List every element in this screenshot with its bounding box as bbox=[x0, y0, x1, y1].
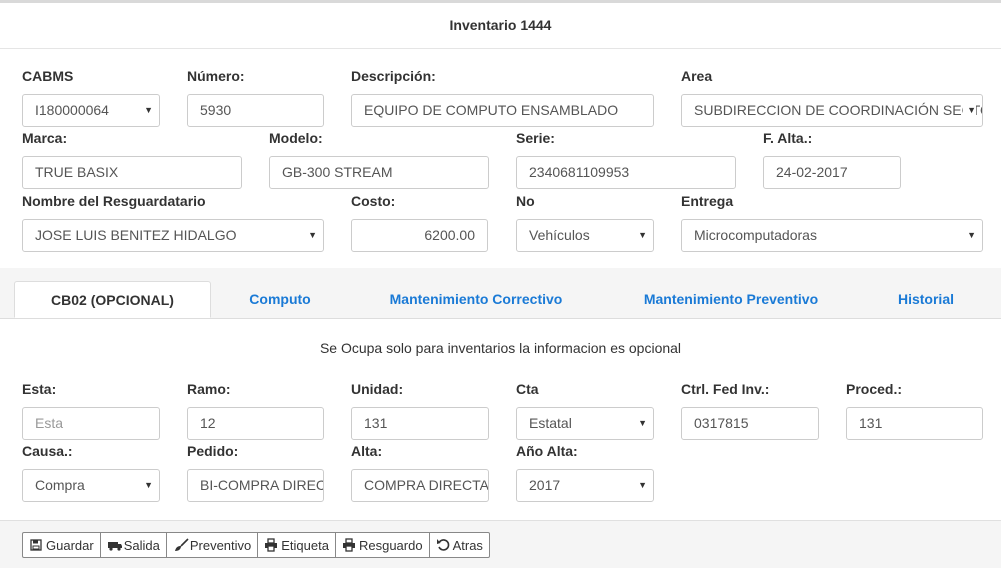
falta-label: F. Alta.: bbox=[763, 130, 813, 146]
numero-label: Número: bbox=[187, 68, 245, 84]
anio-alta-label: Año Alta: bbox=[516, 443, 578, 459]
truck-icon bbox=[107, 538, 122, 552]
salida-button[interactable]: Salida bbox=[99, 532, 167, 558]
no-label: No bbox=[516, 193, 535, 209]
falta-input[interactable]: 24-02-2017 bbox=[763, 156, 901, 189]
pedido-label: Pedido: bbox=[187, 443, 239, 459]
preventivo-button[interactable]: Preventivo bbox=[165, 532, 259, 558]
brush-icon bbox=[173, 538, 189, 552]
chevron-down-icon: ▼ bbox=[638, 480, 647, 490]
causa-label: Causa.: bbox=[22, 443, 73, 459]
ramo-label: Ramo: bbox=[187, 381, 231, 397]
tab-mantenimiento-preventivo[interactable]: Mantenimiento Preventivo bbox=[624, 281, 838, 318]
numero-input[interactable]: 5930 bbox=[187, 94, 324, 127]
tab-historial[interactable]: Historial bbox=[880, 281, 972, 318]
chevron-down-icon: ▼ bbox=[967, 230, 976, 240]
serie-label: Serie: bbox=[516, 130, 555, 146]
modal-title: Inventario 1444 bbox=[449, 17, 552, 33]
etiqueta-button[interactable]: Etiqueta bbox=[257, 532, 336, 558]
resguardatario-label: Nombre del Resguardatario bbox=[22, 193, 206, 209]
chevron-down-icon: ▼ bbox=[144, 105, 153, 115]
optional-info-note: Se Ocupa solo para inventarios la inform… bbox=[319, 340, 682, 356]
undo-icon bbox=[436, 538, 450, 552]
proced-input[interactable]: 131 bbox=[846, 407, 983, 440]
unidad-label: Unidad: bbox=[351, 381, 404, 397]
descripcion-input[interactable]: EQUIPO DE COMPUTO ENSAMBLADO bbox=[351, 94, 654, 127]
save-icon bbox=[29, 538, 43, 552]
ramo-input[interactable]: 12 bbox=[187, 407, 324, 440]
anio-alta-value: 2017 bbox=[529, 477, 561, 493]
cta-select[interactable]: Estatal ▼ bbox=[516, 407, 654, 440]
entrega-label: Entrega bbox=[681, 193, 734, 209]
preventivo-label: Preventivo bbox=[189, 537, 252, 553]
cabms-label: CABMS bbox=[22, 68, 74, 84]
esta-label: Esta: bbox=[22, 381, 57, 397]
cabms-select[interactable]: I180000064 ▼ bbox=[22, 94, 160, 127]
descripcion-label: Descripción: bbox=[351, 68, 436, 84]
esta-input[interactable]: Esta bbox=[22, 407, 160, 440]
marca-label: Marca: bbox=[22, 130, 68, 146]
no-select[interactable]: Vehículos ▼ bbox=[516, 219, 654, 252]
marca-input[interactable]: TRUE BASIX bbox=[22, 156, 242, 189]
tab-mantenimiento-correctivo[interactable]: Mantenimiento Correctivo bbox=[370, 281, 582, 318]
tab-computo[interactable]: Computo bbox=[230, 281, 330, 318]
action-button-group: Guardar Salida Preventivo Etiqueta Resgu… bbox=[22, 532, 490, 558]
area-select[interactable]: SUBDIRECCION DE COORDINACIÓN SECTORIAL ▼ bbox=[681, 94, 983, 127]
costo-input[interactable]: 6200.00 bbox=[351, 219, 488, 252]
etiqueta-label: Etiqueta bbox=[281, 537, 329, 553]
modal-header: Inventario 1444 bbox=[0, 3, 1001, 49]
causa-select[interactable]: Compra ▼ bbox=[22, 469, 160, 502]
anio-alta-select[interactable]: 2017 ▼ bbox=[516, 469, 654, 502]
causa-value: Compra bbox=[35, 477, 85, 493]
entrega-select[interactable]: Microcomputadoras ▼ bbox=[681, 219, 983, 252]
chevron-down-icon: ▼ bbox=[308, 230, 317, 240]
guardar-button[interactable]: Guardar bbox=[22, 532, 101, 558]
resguardo-label: Resguardo bbox=[358, 537, 423, 553]
atras-button[interactable]: Atras bbox=[428, 532, 490, 558]
atras-label: Atras bbox=[452, 537, 483, 553]
proced-label: Proced.: bbox=[846, 381, 903, 397]
resguardatario-value: JOSE LUIS BENITEZ HIDALGO bbox=[35, 227, 237, 243]
chevron-down-icon: ▼ bbox=[144, 480, 153, 490]
guardar-label: Guardar bbox=[46, 537, 94, 553]
costo-label: Costo: bbox=[351, 193, 396, 209]
serie-input[interactable]: 2340681109953 bbox=[516, 156, 736, 189]
entrega-value: Microcomputadoras bbox=[694, 227, 817, 243]
ctrl-fed-inv-label: Ctrl. Fed Inv.: bbox=[681, 381, 770, 397]
modelo-label: Modelo: bbox=[269, 130, 323, 146]
print-icon bbox=[342, 538, 356, 552]
tab-cb02[interactable]: CB02 (OPCIONAL) bbox=[14, 281, 211, 318]
salida-label: Salida bbox=[123, 537, 160, 553]
cabms-value: I180000064 bbox=[35, 102, 109, 118]
resguardo-button[interactable]: Resguardo bbox=[334, 532, 430, 558]
cta-label: Cta bbox=[516, 381, 539, 397]
chevron-down-icon: ▼ bbox=[638, 230, 647, 240]
alta-label: Alta: bbox=[351, 443, 383, 459]
area-value: SUBDIRECCION DE COORDINACIÓN SECTORIAL bbox=[694, 102, 982, 118]
resguardatario-select[interactable]: JOSE LUIS BENITEZ HIDALGO ▼ bbox=[22, 219, 324, 252]
unidad-input[interactable]: 131 bbox=[351, 407, 489, 440]
chevron-down-icon: ▼ bbox=[638, 418, 647, 428]
modelo-input[interactable]: GB-300 STREAM bbox=[269, 156, 489, 189]
chevron-down-icon: ▼ bbox=[963, 95, 976, 126]
no-value: Vehículos bbox=[529, 227, 590, 243]
ctrl-fed-inv-input[interactable]: 0317815 bbox=[681, 407, 819, 440]
area-label: Area bbox=[681, 68, 713, 84]
pedido-input[interactable]: BI-COMPRA DIRECTA bbox=[187, 469, 324, 502]
alta-input[interactable]: COMPRA DIRECTA bbox=[351, 469, 489, 502]
cta-value: Estatal bbox=[529, 415, 572, 431]
print-icon bbox=[264, 538, 278, 552]
